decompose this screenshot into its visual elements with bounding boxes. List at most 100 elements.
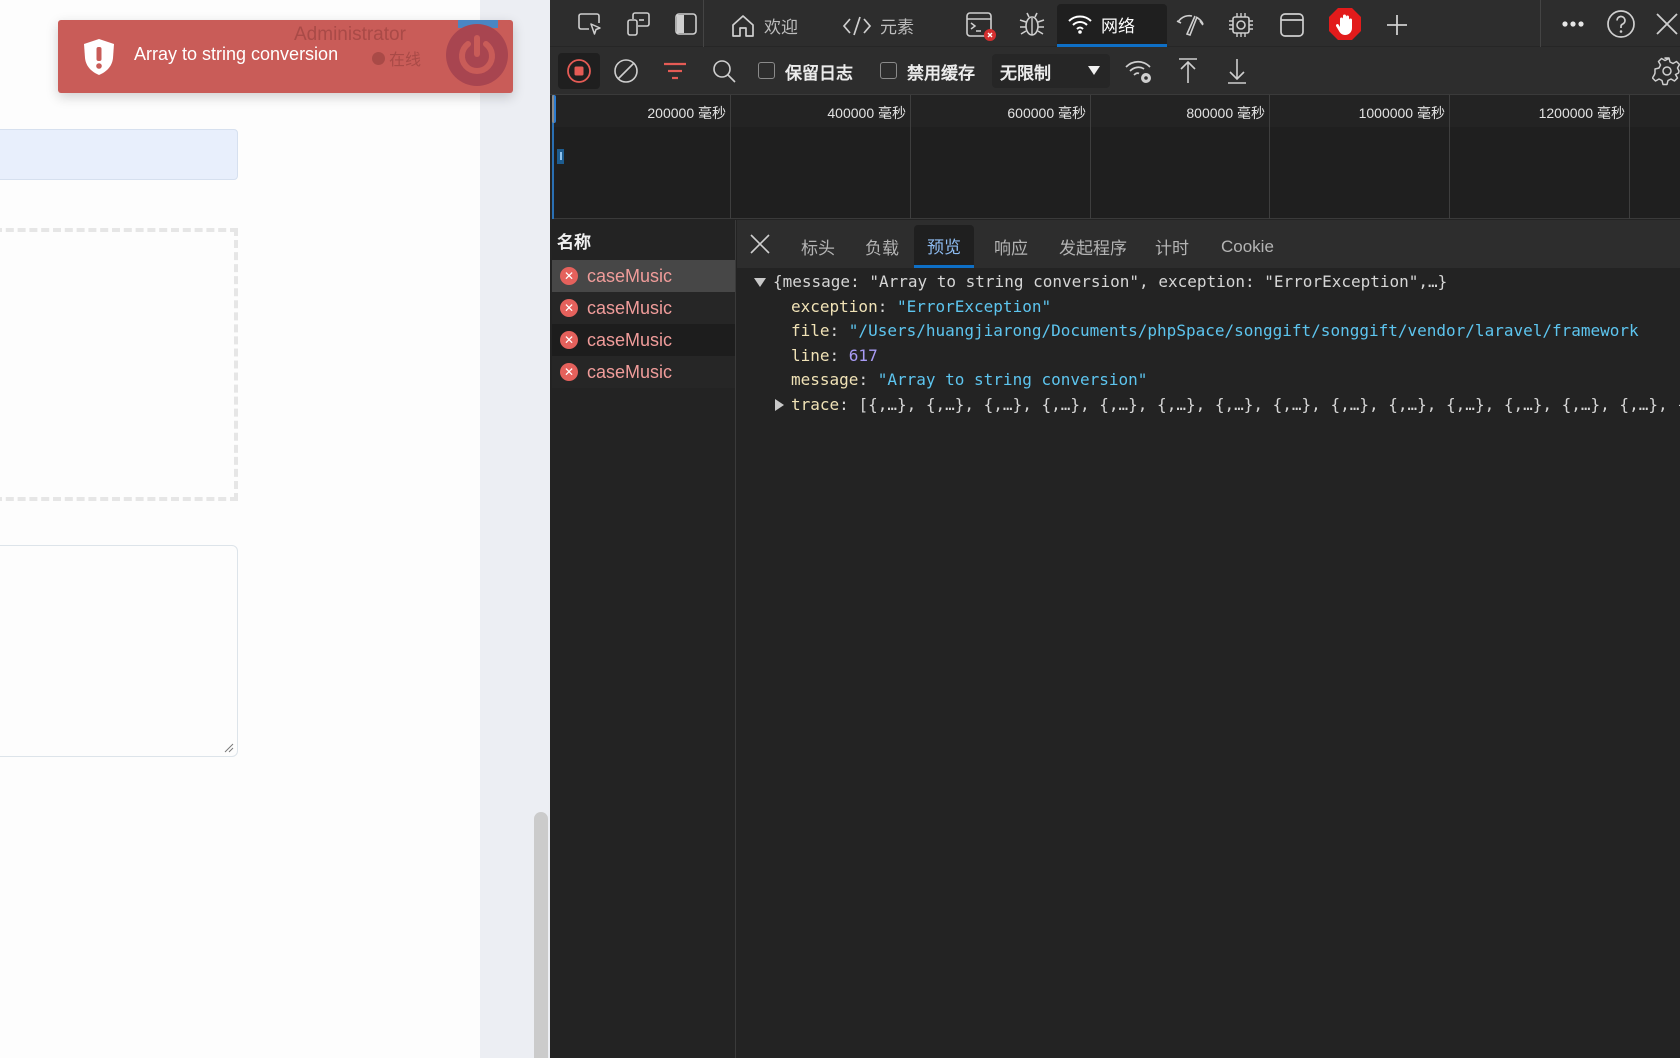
network-timeline-overview[interactable]: 200000 毫秒 400000 毫秒 600000 毫秒 800000 毫秒 … [552,95,1680,219]
toolbar-divider-right [1540,0,1541,47]
tab-network[interactable]: 网络 [1057,4,1167,47]
more-options-icon[interactable] [1558,10,1588,38]
close-details-icon[interactable] [749,233,771,255]
timeline-gridline [1269,95,1270,219]
toolbar-divider [703,0,704,47]
resize-grip-icon[interactable] [224,743,234,753]
request-row[interactable]: ✕ caseMusic [552,260,735,292]
timeline-gridline [1629,95,1630,219]
json-root-summary[interactable]: {message: "Array to string conversion", … [737,270,1680,295]
power-icon[interactable] [446,24,508,86]
device-emulation-icon[interactable] [623,10,653,38]
tab-response[interactable]: 响应 [981,225,1041,268]
preserve-log-label: 保留日志 [785,64,853,83]
timeline-gridline [1090,95,1091,219]
expand-triangle-right-icon[interactable] [775,398,784,411]
timeline-tick-label: 1200000 毫秒 [1538,105,1625,121]
request-row[interactable]: ✕ caseMusic [552,356,735,388]
home-icon [732,14,754,37]
timeline-tick-label: 200000 毫秒 [647,105,726,121]
code-icon [842,16,872,35]
throttling-value: 无限制 [1000,63,1051,83]
timeline-tick-label: 400000 毫秒 [827,105,906,121]
json-key: line [791,345,830,365]
bug-icon[interactable] [1016,9,1048,39]
adblock-stop-icon[interactable] [1328,7,1362,41]
request-list-header[interactable]: 名称 [552,220,735,260]
json-value: "ErrorException" [896,296,1052,316]
plus-icon[interactable] [1382,10,1412,40]
inspect-icon[interactable] [575,10,605,38]
json-property: message: "Array to string conversion" [791,370,1148,389]
timeline-tick-label: 600000 毫秒 [1007,105,1086,121]
error-toast[interactable]: Administrator 在线 Array to string convers… [58,20,513,93]
upload-drop-area[interactable] [0,228,238,501]
json-property: file: "/Users/huangjiarong/Documents/php… [791,321,1639,340]
clear-icon[interactable] [612,57,640,85]
preserve-log-checkbox[interactable] [758,62,775,79]
network-settings-gear-icon[interactable] [1652,55,1680,87]
tab-welcome[interactable]: 欢迎 [720,4,808,47]
request-details: 标头 负载 预览 响应 发起程序 计时 Cookie {message: "Ar… [737,220,1680,1058]
filter-icon[interactable] [661,59,689,83]
json-value: [{,…}, {,…}, {,…}, {,…}, {,…}, {,…}, {,…… [858,394,1680,414]
timeline-drag-handle[interactable] [552,95,556,123]
request-rows: ✕ caseMusic ✕ caseMusic ✕ caseMusic ✕ ca… [552,260,735,388]
dock-side-icon[interactable] [671,10,701,38]
page-scrollbar-thumb[interactable] [534,812,548,1058]
blue-input-field[interactable] [0,129,238,180]
timeline-tick-label: 1000000 毫秒 [1358,105,1445,121]
tab-elements[interactable]: 元素 [832,4,924,47]
disable-cache-checkbox[interactable] [880,62,897,79]
devtools-tab-bar: 欢迎 元素 网络 [550,0,1680,47]
record-button[interactable] [558,53,600,89]
request-name: caseMusic [587,265,673,286]
json-key: exception [791,296,878,316]
error-badge-icon: ✕ [560,331,578,349]
tab-cookies[interactable]: Cookie [1208,225,1287,268]
request-name: caseMusic [587,297,673,318]
timeline-gridline [910,95,911,219]
tab-elements-label: 元素 [880,18,914,37]
wifi-icon [1068,15,1092,34]
timeline-gridline [1449,95,1450,219]
request-row[interactable]: ✕ caseMusic [552,324,735,356]
network-conditions-icon[interactable] [1124,58,1154,86]
error-badge-icon: ✕ [560,299,578,317]
throttling-select[interactable]: 无限制 [992,54,1110,88]
close-devtools-icon[interactable] [1654,10,1680,38]
help-icon[interactable] [1605,9,1637,39]
timeline-request-bar [557,149,564,164]
json-property: line: 617 [791,345,878,365]
json-property-collapsed[interactable]: trace: [{,…}, {,…}, {,…}, {,…}, {,…}, {,… [737,393,1680,418]
json-key: message [791,370,859,389]
details-tab-bar: 标头 负载 预览 响应 发起程序 计时 Cookie [737,220,1680,268]
timeline-gridline [730,95,731,219]
request-row[interactable]: ✕ caseMusic [552,292,735,324]
user-status: 在线 [372,46,421,70]
textarea-field[interactable] [0,545,238,757]
web-page: Administrator 在线 Array to string convers… [0,0,550,1058]
tab-preview[interactable]: 预览 [914,225,974,268]
tab-headers[interactable]: 标头 [788,225,848,268]
json-preview: {message: "Array to string conversion", … [737,268,1680,417]
request-name: caseMusic [587,361,673,382]
search-icon[interactable] [710,57,738,85]
tab-payload[interactable]: 负载 [852,225,912,268]
tab-timing[interactable]: 计时 [1142,225,1202,268]
import-har-icon[interactable] [1174,56,1202,86]
request-list: 名称 ✕ caseMusic ✕ caseMusic ✕ caseMusic ✕… [552,220,736,1058]
application-icon[interactable] [1277,10,1307,40]
record-stop-icon [567,59,591,83]
performance-icon[interactable] [1173,10,1207,40]
json-value: "Array to string conversion" [877,370,1148,389]
export-har-icon[interactable] [1223,56,1251,86]
chip-icon[interactable] [1225,9,1257,41]
json-key: trace [791,394,840,414]
status-dot-icon [372,51,385,65]
timeline-tick-label: 800000 毫秒 [1186,105,1265,121]
console-icon[interactable] [964,10,998,42]
expand-triangle-icon[interactable] [754,278,766,287]
request-name: caseMusic [587,329,673,350]
tab-initiator[interactable]: 发起程序 [1046,225,1140,268]
